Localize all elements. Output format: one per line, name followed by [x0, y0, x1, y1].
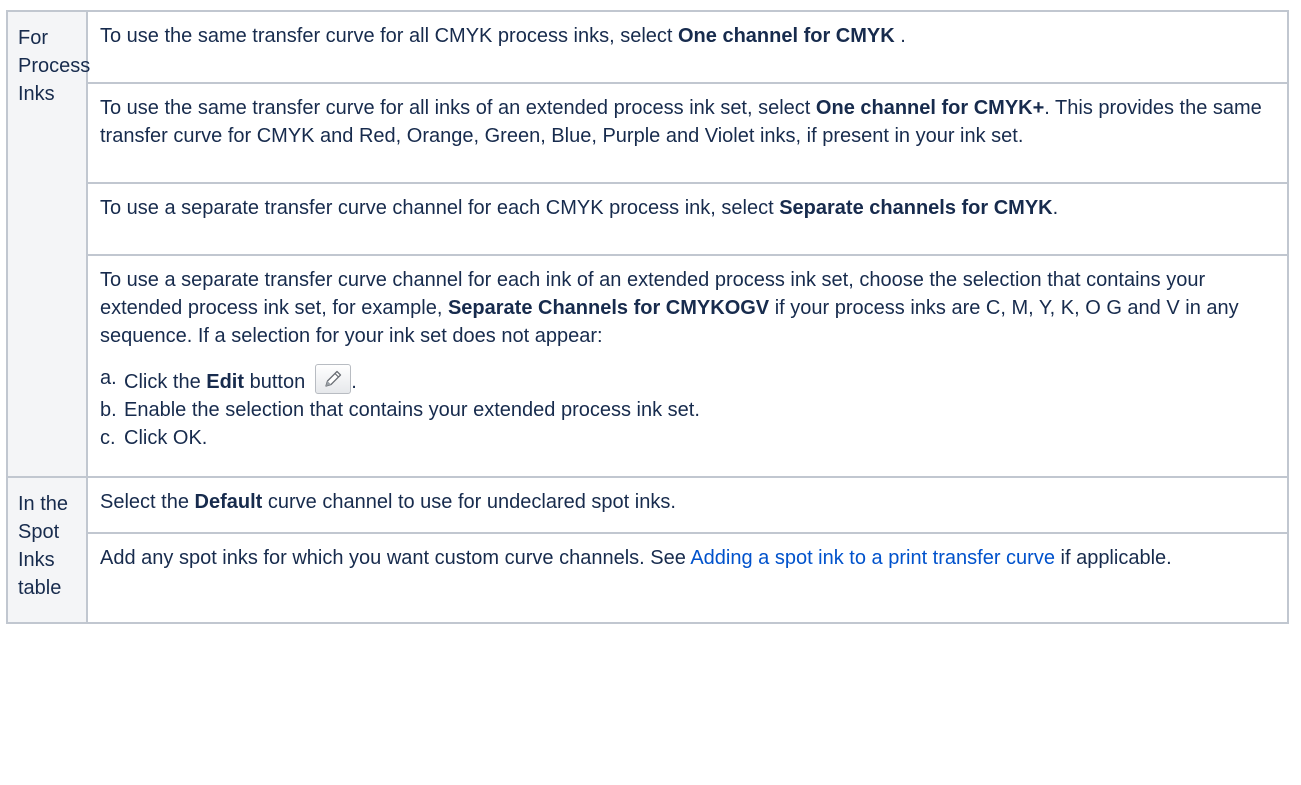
option-name: One channel for CMYK+: [815, 97, 1045, 119]
step-a: a. Click the Edit button.: [100, 364, 1275, 396]
process-row-separate-cmyk: To use a separate transfer curve channel…: [86, 182, 1289, 256]
step-b: b. Enable the selection that contains yo…: [100, 396, 1275, 424]
step-text: Enable the selection that contains your …: [124, 399, 700, 421]
step-text: Click OK.: [124, 427, 208, 449]
step-marker: c.: [100, 427, 116, 449]
process-inks-header-text: For Process Inks: [18, 27, 91, 105]
step-text-end: .: [351, 371, 357, 393]
row-text: To use the same transfer curve for all C…: [100, 25, 678, 47]
row-text-end: .: [894, 25, 906, 47]
spot-inks-header-text: In the Spot Inks table: [18, 493, 69, 599]
step-text-pre: Click the: [124, 371, 207, 393]
process-row-one-channel-cmyk-plus: To use the same transfer curve for all i…: [86, 82, 1289, 184]
process-inks-header: For Process Inks: [6, 10, 91, 478]
row-paragraph: To use a separate transfer curve channel…: [100, 266, 1275, 350]
spot-inks-header: In the Spot Inks table: [6, 476, 88, 624]
step-c: c. Click OK.: [100, 424, 1275, 452]
option-name: Default: [194, 491, 263, 513]
row-text-end: curve channel to use for undeclared spot…: [262, 491, 676, 513]
pencil-edit-icon[interactable]: [315, 364, 352, 394]
row-text: Select the: [100, 491, 195, 513]
step-marker: b.: [100, 399, 117, 421]
process-row-one-channel-cmyk: To use the same transfer curve for all C…: [86, 10, 1289, 84]
spot-row-default: Select the Default curve channel to use …: [86, 476, 1289, 534]
row-text-end: .: [1052, 197, 1059, 219]
row-text: To use the same transfer curve for all i…: [100, 97, 816, 119]
adding-spot-ink-link[interactable]: Adding a spot ink to a print transfer cu…: [690, 547, 1055, 569]
step-marker: a.: [100, 367, 117, 389]
option-name: Separate channels for CMYK: [779, 197, 1053, 219]
option-name: Separate Channels for CMYKOGV: [447, 297, 770, 319]
step-text: Click the Edit button.: [124, 364, 357, 396]
row-text: Add any spot inks for which you want cus…: [100, 547, 691, 569]
row-text: To use a separate transfer curve channel…: [100, 197, 780, 219]
option-name: One channel for CMYK: [678, 25, 895, 47]
step-text-post: button: [244, 371, 306, 393]
process-row-separate-extended: To use a separate transfer curve channel…: [86, 254, 1289, 478]
instructions-table: For Process Inks To use the same transfe…: [6, 10, 1289, 624]
edit-label: Edit: [206, 371, 245, 393]
steps-list: a. Click the Edit button. b. Enable the …: [100, 364, 1275, 452]
row-text-end: if applicable.: [1054, 547, 1172, 569]
spot-row-add: Add any spot inks for which you want cus…: [86, 532, 1289, 624]
